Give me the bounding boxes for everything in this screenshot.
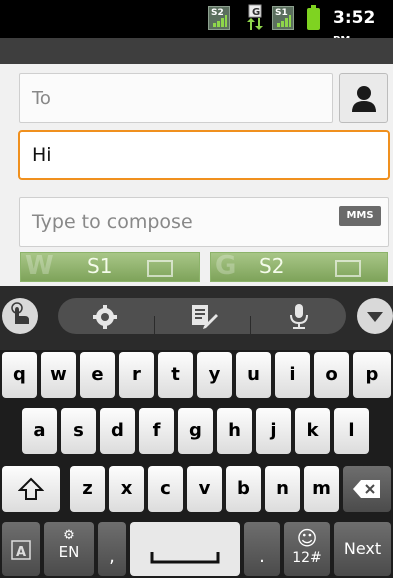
- backspace-key[interactable]: [343, 466, 391, 512]
- key-l[interactable]: l: [334, 408, 369, 454]
- data-transfer-icon: G: [244, 4, 266, 32]
- key-s[interactable]: s: [61, 408, 96, 454]
- mms-badge: MMS: [339, 206, 381, 226]
- key-c[interactable]: c: [148, 466, 183, 512]
- key-o[interactable]: o: [314, 352, 349, 398]
- microphone-icon[interactable]: [288, 302, 310, 336]
- key-i[interactable]: i: [275, 352, 310, 398]
- key-n[interactable]: n: [265, 466, 300, 512]
- language-key[interactable]: ⚙ EN: [44, 522, 94, 576]
- emoticon-icon: ☺: [296, 526, 318, 550]
- envelope-icon: [335, 260, 361, 277]
- message-composer: To Hi Type to compose MMS W S1 G S2: [0, 64, 393, 286]
- text-mode-a-icon: A: [11, 540, 31, 560]
- title-bar: [0, 38, 393, 64]
- send-sim1-button[interactable]: W S1: [20, 251, 200, 282]
- key-a[interactable]: a: [22, 408, 57, 454]
- key-y[interactable]: y: [197, 352, 232, 398]
- recipient-placeholder: To: [32, 88, 51, 109]
- key-z[interactable]: z: [70, 466, 105, 512]
- next-key[interactable]: Next: [334, 522, 391, 576]
- key-v[interactable]: v: [187, 466, 222, 512]
- compose-placeholder: Type to compose: [32, 211, 193, 233]
- space-bar-icon: [150, 552, 220, 564]
- status-bar: S2 G S1 3:52 PM: [0, 0, 393, 46]
- svg-text:A: A: [16, 545, 26, 560]
- key-j[interactable]: j: [256, 408, 291, 454]
- gear-icon: ⚙: [63, 528, 75, 543]
- key-w[interactable]: w: [41, 352, 76, 398]
- backspace-icon: [353, 480, 380, 498]
- compose-field[interactable]: Type to compose: [19, 197, 389, 247]
- language-label: EN: [58, 543, 80, 561]
- send-buttons: W S1 G S2: [0, 251, 393, 286]
- swype-hand-icon[interactable]: [2, 298, 38, 334]
- send-sim1-label: S1: [87, 254, 113, 278]
- person-icon: [352, 86, 376, 112]
- key-t[interactable]: t: [158, 352, 193, 398]
- period-key[interactable]: .: [244, 522, 280, 576]
- keyboard-toolbar: [0, 286, 393, 350]
- text-mode-key[interactable]: A: [2, 522, 40, 576]
- sim1-signal-icon: S2: [208, 6, 230, 30]
- key-q[interactable]: q: [2, 352, 37, 398]
- key-x[interactable]: x: [109, 466, 144, 512]
- key-h[interactable]: h: [217, 408, 252, 454]
- envelope-icon: [147, 260, 173, 277]
- send-sim2-button[interactable]: G S2: [210, 251, 388, 282]
- add-contact-button[interactable]: [339, 73, 388, 123]
- space-key[interactable]: [130, 522, 240, 576]
- shift-arrow-icon: [17, 477, 45, 500]
- key-m[interactable]: m: [304, 466, 339, 512]
- key-d[interactable]: d: [100, 408, 135, 454]
- recipient-field[interactable]: To: [19, 73, 333, 123]
- subject-field[interactable]: Hi: [18, 130, 390, 180]
- symbols-label: 12#: [292, 550, 322, 566]
- shift-key[interactable]: [2, 466, 60, 512]
- keyboard: q w e r t y u i o p a s d f g h j k l z …: [0, 350, 393, 578]
- key-r[interactable]: r: [119, 352, 154, 398]
- battery-icon: [307, 5, 320, 30]
- key-e[interactable]: e: [80, 352, 115, 398]
- key-f[interactable]: f: [139, 408, 174, 454]
- sim2-signal-icon: S1: [272, 6, 294, 30]
- key-b[interactable]: b: [226, 466, 261, 512]
- key-u[interactable]: u: [236, 352, 271, 398]
- edit-text-icon[interactable]: [190, 302, 218, 334]
- svg-text:G: G: [252, 7, 260, 18]
- settings-gear-icon[interactable]: [92, 304, 118, 334]
- key-k[interactable]: k: [295, 408, 330, 454]
- subject-value: Hi: [32, 144, 52, 166]
- send-sim2-label: S2: [259, 254, 285, 278]
- hide-keyboard-chevron-down-icon[interactable]: [357, 298, 393, 334]
- comma-key[interactable]: ,: [98, 522, 126, 576]
- symbols-key[interactable]: ☺ 12#: [284, 522, 330, 576]
- key-g[interactable]: g: [178, 408, 213, 454]
- key-p[interactable]: p: [353, 352, 391, 398]
